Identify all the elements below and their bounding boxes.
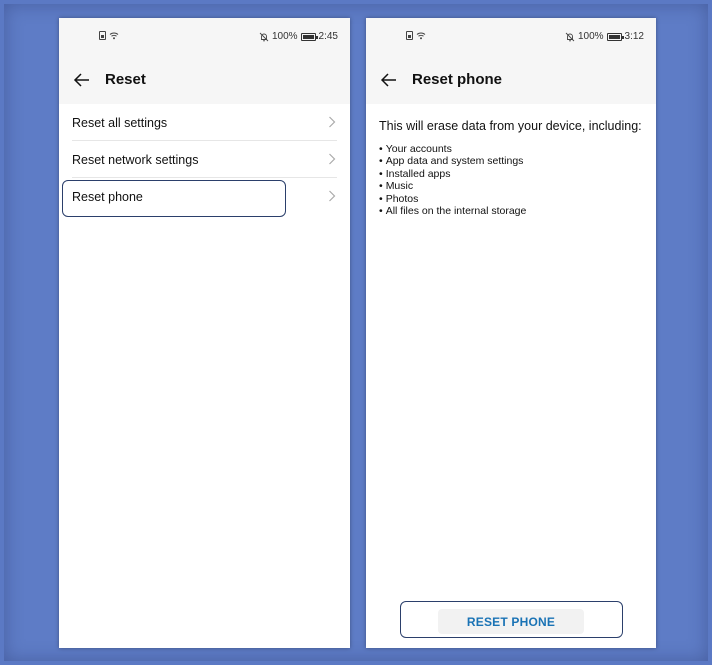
battery-icon	[300, 32, 318, 41]
chevron-right-icon	[329, 116, 336, 128]
erased-data-list: Your accounts App data and system settin…	[379, 143, 646, 217]
battery-icon	[606, 32, 624, 41]
list-item-label: Reset phone	[72, 189, 143, 204]
list-item-reset-network-settings[interactable]: Reset network settings	[59, 141, 350, 178]
list-item: Photos	[379, 193, 646, 205]
wifi-icon	[416, 31, 426, 40]
app-bar: Reset phone	[366, 56, 656, 104]
list-item: Music	[379, 180, 646, 192]
status-bar: 100% 3:12	[366, 18, 656, 56]
chevron-right-icon	[329, 153, 336, 165]
phone-screen-reset: 100% 2:45 Reset Reset all settings Reset…	[59, 18, 350, 648]
reset-options-list: Reset all settings Reset network setting…	[59, 104, 350, 217]
page-title: Reset	[105, 71, 146, 88]
chevron-right-icon	[329, 190, 336, 202]
battery-percent: 100%	[271, 31, 298, 42]
warning-intro: This will erase data from your device, i…	[379, 119, 642, 133]
status-bar: 100% 2:45	[59, 18, 350, 56]
list-item: All files on the internal storage	[379, 205, 646, 217]
reset-phone-button[interactable]: RESET PHONE	[438, 609, 584, 634]
list-item-label: Reset network settings	[72, 152, 199, 167]
list-item-label: Reset all settings	[72, 115, 168, 130]
list-item: Installed apps	[379, 168, 646, 180]
battery-percent: 100%	[577, 31, 604, 42]
app-bar: Reset	[59, 56, 350, 104]
list-item-reset-phone[interactable]: Reset phone	[59, 178, 350, 215]
wifi-icon	[109, 31, 119, 40]
back-arrow-icon[interactable]	[72, 70, 92, 90]
status-time: 2:45	[318, 31, 338, 42]
phone-screen-reset-phone: 100% 3:12 Reset phone This will erase da…	[366, 18, 656, 648]
page-title: Reset phone	[412, 71, 503, 88]
mute-icon	[259, 32, 269, 42]
back-arrow-icon[interactable]	[379, 70, 399, 90]
list-item: App data and system settings	[379, 155, 646, 167]
mute-icon	[565, 32, 575, 42]
list-item: Your accounts	[379, 143, 646, 155]
list-item-reset-all-settings[interactable]: Reset all settings	[59, 104, 350, 141]
sim-icon	[99, 31, 106, 40]
status-time: 3:12	[624, 31, 644, 42]
sim-icon	[406, 31, 413, 40]
reset-warning: This will erase data from your device, i…	[379, 119, 646, 217]
